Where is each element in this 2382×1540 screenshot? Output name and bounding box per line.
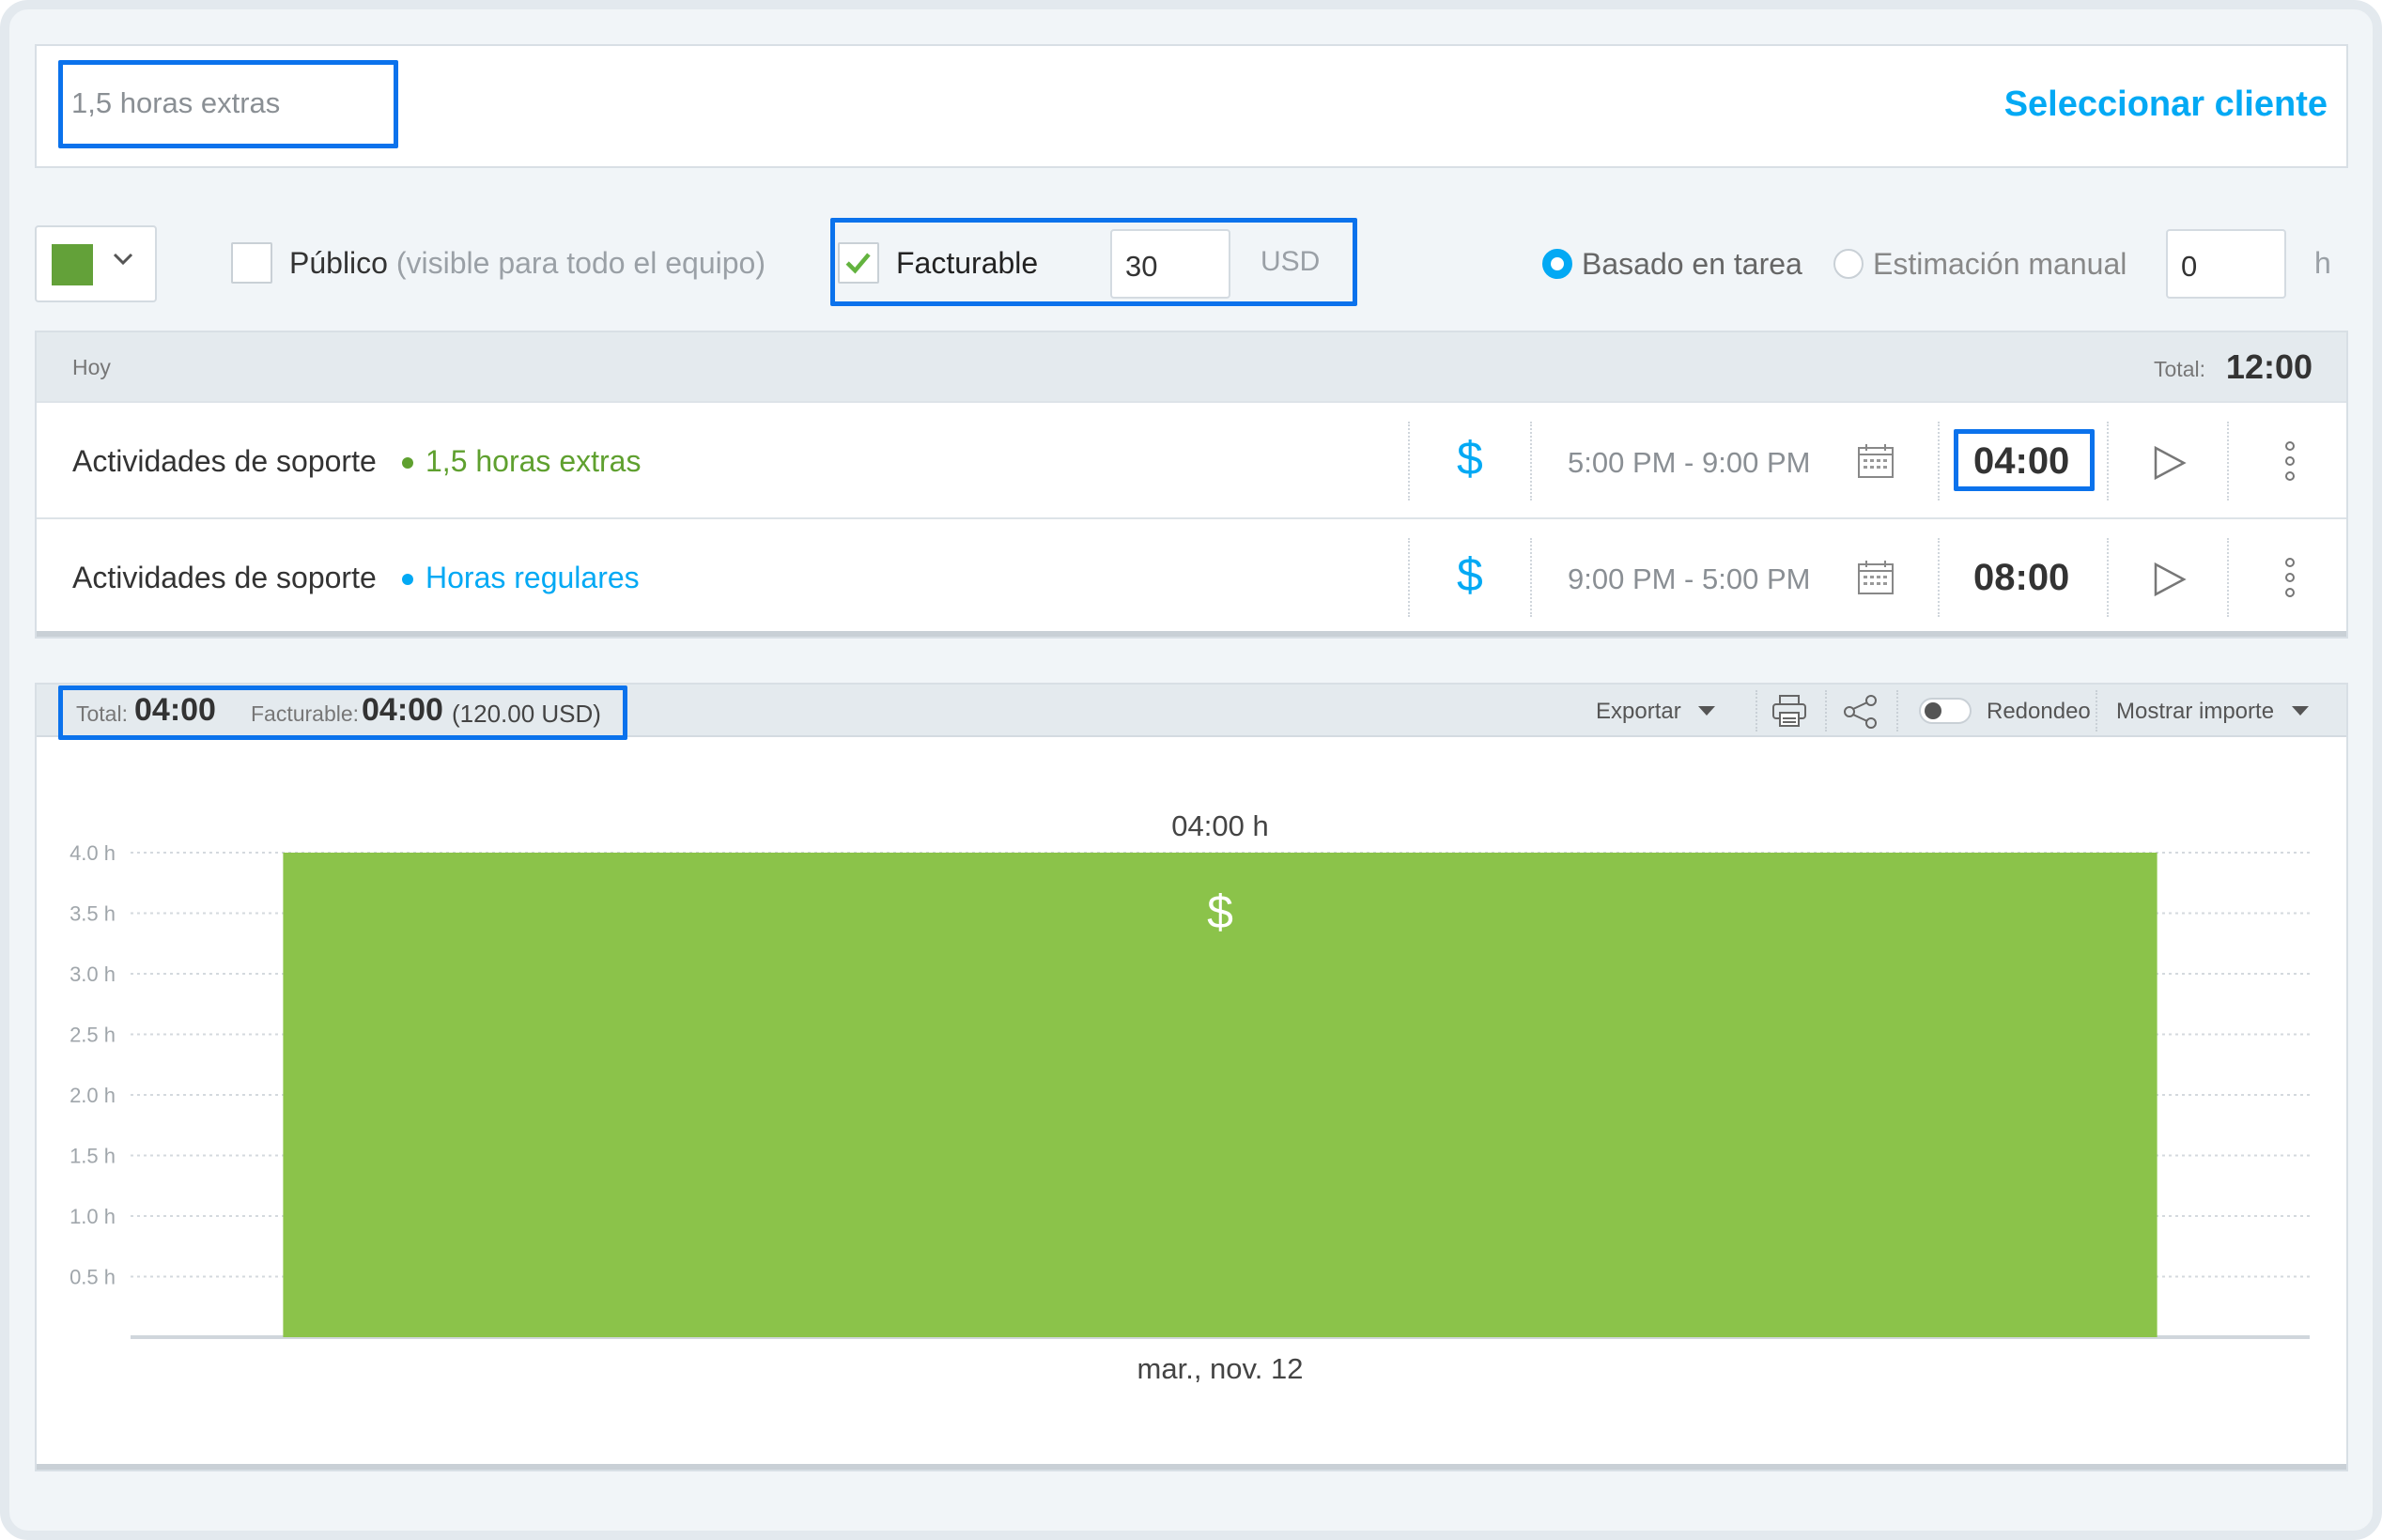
estimate-task-label: Basado en tarea bbox=[1582, 247, 1802, 281]
highlight-billable bbox=[830, 218, 1357, 306]
separator bbox=[1408, 422, 1410, 500]
highlight-report-totals bbox=[58, 685, 627, 740]
estimate-manual-label: Estimación manual bbox=[1873, 247, 2127, 281]
share-icon[interactable] bbox=[1842, 694, 1879, 730]
entries-date-label: Hoy bbox=[72, 355, 111, 379]
show-amount-dropdown[interactable]: Mostrar importe bbox=[2116, 699, 2274, 725]
separator bbox=[2096, 690, 2097, 732]
separator bbox=[2107, 538, 2109, 617]
more-options-icon[interactable] bbox=[2283, 557, 2297, 598]
public-checkbox[interactable] bbox=[231, 242, 272, 284]
tag-dot-icon bbox=[402, 457, 413, 469]
estimate-task-radio[interactable] bbox=[1542, 249, 1572, 279]
chevron-down-icon bbox=[113, 253, 133, 266]
entries-header: Hoy Total: 12:00 bbox=[37, 332, 2346, 401]
separator bbox=[2227, 538, 2229, 617]
color-picker-button[interactable] bbox=[35, 225, 157, 302]
separator bbox=[1938, 422, 1940, 500]
play-icon[interactable] bbox=[2150, 444, 2188, 482]
y-tick-label: 1.0 h bbox=[70, 1205, 116, 1228]
print-icon[interactable] bbox=[1771, 694, 1808, 728]
separator bbox=[1408, 538, 1410, 617]
entry-time-range[interactable]: 5:00 PM - 9:00 PM bbox=[1568, 446, 1810, 480]
separator bbox=[2227, 422, 2229, 500]
calendar-icon[interactable] bbox=[1857, 442, 1895, 480]
caret-down-icon bbox=[2292, 706, 2309, 716]
public-label-text: Público bbox=[289, 246, 388, 280]
highlight-project-name bbox=[58, 60, 398, 148]
entries-bottom-border bbox=[37, 631, 2346, 637]
report-bar-chart: 0.5 h 1.0 h 1.5 h 2.0 h 2.5 h 3.0 h 3.5 h 4.0 h… bbox=[70, 809, 2310, 1385]
estimate-value: 0 bbox=[2181, 250, 2198, 283]
public-label: Público (visible para todo el equipo) bbox=[289, 246, 766, 281]
play-icon[interactable] bbox=[2150, 561, 2188, 598]
entry-tag[interactable]: 1,5 horas extras bbox=[425, 444, 641, 479]
y-tick-label: 2.0 h bbox=[70, 1084, 116, 1107]
separator bbox=[1530, 538, 1532, 617]
estimate-manual-radio[interactable] bbox=[1833, 249, 1864, 279]
separator bbox=[1825, 690, 1827, 732]
export-dropdown[interactable]: Exportar bbox=[1596, 699, 1681, 725]
tag-dot-icon bbox=[402, 574, 413, 585]
entry-time-range[interactable]: 9:00 PM - 5:00 PM bbox=[1568, 562, 1810, 596]
entry-description[interactable]: Actividades de soporte bbox=[72, 561, 377, 595]
entry-tag[interactable]: Horas regulares bbox=[425, 561, 640, 595]
separator bbox=[2107, 422, 2109, 500]
y-tick-label: 0.5 h bbox=[70, 1266, 116, 1289]
entry-duration[interactable]: 08:00 bbox=[1973, 557, 2069, 599]
caret-down-icon bbox=[1698, 706, 1715, 716]
report-bottom-border bbox=[37, 1464, 2346, 1470]
y-tick-label: 3.5 h bbox=[70, 902, 116, 926]
y-tick-label: 2.5 h bbox=[70, 1024, 116, 1047]
y-tick-label: 4.0 h bbox=[70, 841, 116, 865]
time-entry-row[interactable]: Actividades de soporte Horas regulares $… bbox=[37, 517, 2346, 634]
public-hint: (visible para todo el equipo) bbox=[395, 246, 766, 280]
separator bbox=[1896, 690, 1898, 732]
more-options-icon[interactable] bbox=[2283, 440, 2297, 482]
toggle-knob bbox=[1925, 702, 1941, 719]
separator bbox=[1938, 538, 1940, 617]
y-tick-label: 1.5 h bbox=[70, 1145, 116, 1168]
billable-dollar-icon[interactable]: $ bbox=[1457, 431, 1483, 485]
separator bbox=[1756, 690, 1757, 732]
estimate-unit: h bbox=[2314, 246, 2331, 280]
rounding-label: Redondeo bbox=[1987, 699, 2091, 724]
y-tick-label: 3.0 h bbox=[70, 962, 116, 986]
entries-total-value: 12:00 bbox=[2225, 347, 2312, 386]
estimate-input[interactable]: 0 bbox=[2166, 229, 2286, 299]
billable-dollar-icon[interactable]: $ bbox=[1457, 547, 1483, 602]
select-client-link[interactable]: Seleccionar cliente bbox=[2004, 85, 2328, 125]
bar-billable-icon: $ bbox=[1207, 886, 1233, 938]
separator bbox=[1530, 422, 1532, 500]
report-panel: Total: 04:00 Facturable: 04:00 (120.00 U… bbox=[35, 683, 2348, 1471]
entry-description[interactable]: Actividades de soporte bbox=[72, 444, 377, 479]
entries-total-label: Total: bbox=[2154, 357, 2205, 381]
rounding-toggle[interactable] bbox=[1919, 698, 1972, 724]
color-swatch bbox=[52, 244, 93, 285]
x-category-label: mar., nov. 12 bbox=[1137, 1352, 1304, 1385]
bar-value-label: 04:00 h bbox=[1171, 809, 1268, 842]
highlight-duration bbox=[1954, 429, 2095, 491]
calendar-icon[interactable] bbox=[1857, 559, 1895, 596]
